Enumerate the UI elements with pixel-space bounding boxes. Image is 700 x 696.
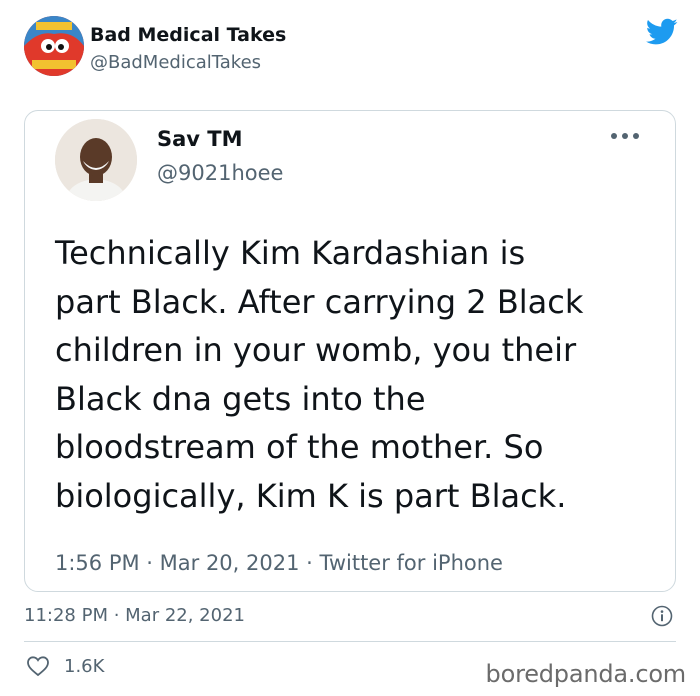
twitter-bird-icon[interactable]: [646, 18, 678, 46]
more-options-icon[interactable]: [611, 133, 641, 141]
quoted-author-handle[interactable]: @9021hoee: [157, 161, 283, 185]
like-count: 1.6K: [64, 656, 105, 677]
outer-author-name[interactable]: Bad Medical Takes: [90, 24, 286, 46]
outer-tweet-timestamp[interactable]: 11:28 PM · Mar 22, 2021: [24, 605, 245, 626]
tweet-text-line: Technically Kim Kardashian is: [55, 234, 526, 272]
quoted-tweet-timestamp[interactable]: 1:56 PM · Mar 20, 2021 · Twitter for iPh…: [55, 551, 503, 575]
tweet-text-line: part Black. After carrying 2 Black: [55, 282, 584, 321]
quoted-author-name[interactable]: Sav TM: [157, 127, 243, 151]
heart-icon[interactable]: [26, 655, 50, 677]
tweet-text-line: children in your womb, you their: [55, 331, 577, 369]
quoted-tweet-card[interactable]: Sav TM @9021hoee Technically Kim Kardash…: [24, 110, 676, 592]
outer-tweet-header: Bad Medical Takes @BadMedicalTakes: [24, 16, 680, 80]
tweet-text-line: biologically, Kim K is part Black.: [55, 476, 567, 515]
outer-author-handle[interactable]: @BadMedicalTakes: [90, 52, 261, 73]
tweet-text-line: Black dna gets into the: [55, 379, 426, 418]
watermark: boredpanda.com: [485, 660, 687, 688]
outer-author-avatar[interactable]: [24, 16, 84, 76]
tweet-text-line: bloodstream of the mother. So: [55, 428, 544, 466]
quoted-tweet-text: Technically Kim Kardashian is part Black…: [55, 229, 665, 520]
footer-divider: [24, 641, 676, 642]
quoted-author-avatar[interactable]: [55, 119, 137, 201]
info-icon[interactable]: [651, 605, 673, 627]
